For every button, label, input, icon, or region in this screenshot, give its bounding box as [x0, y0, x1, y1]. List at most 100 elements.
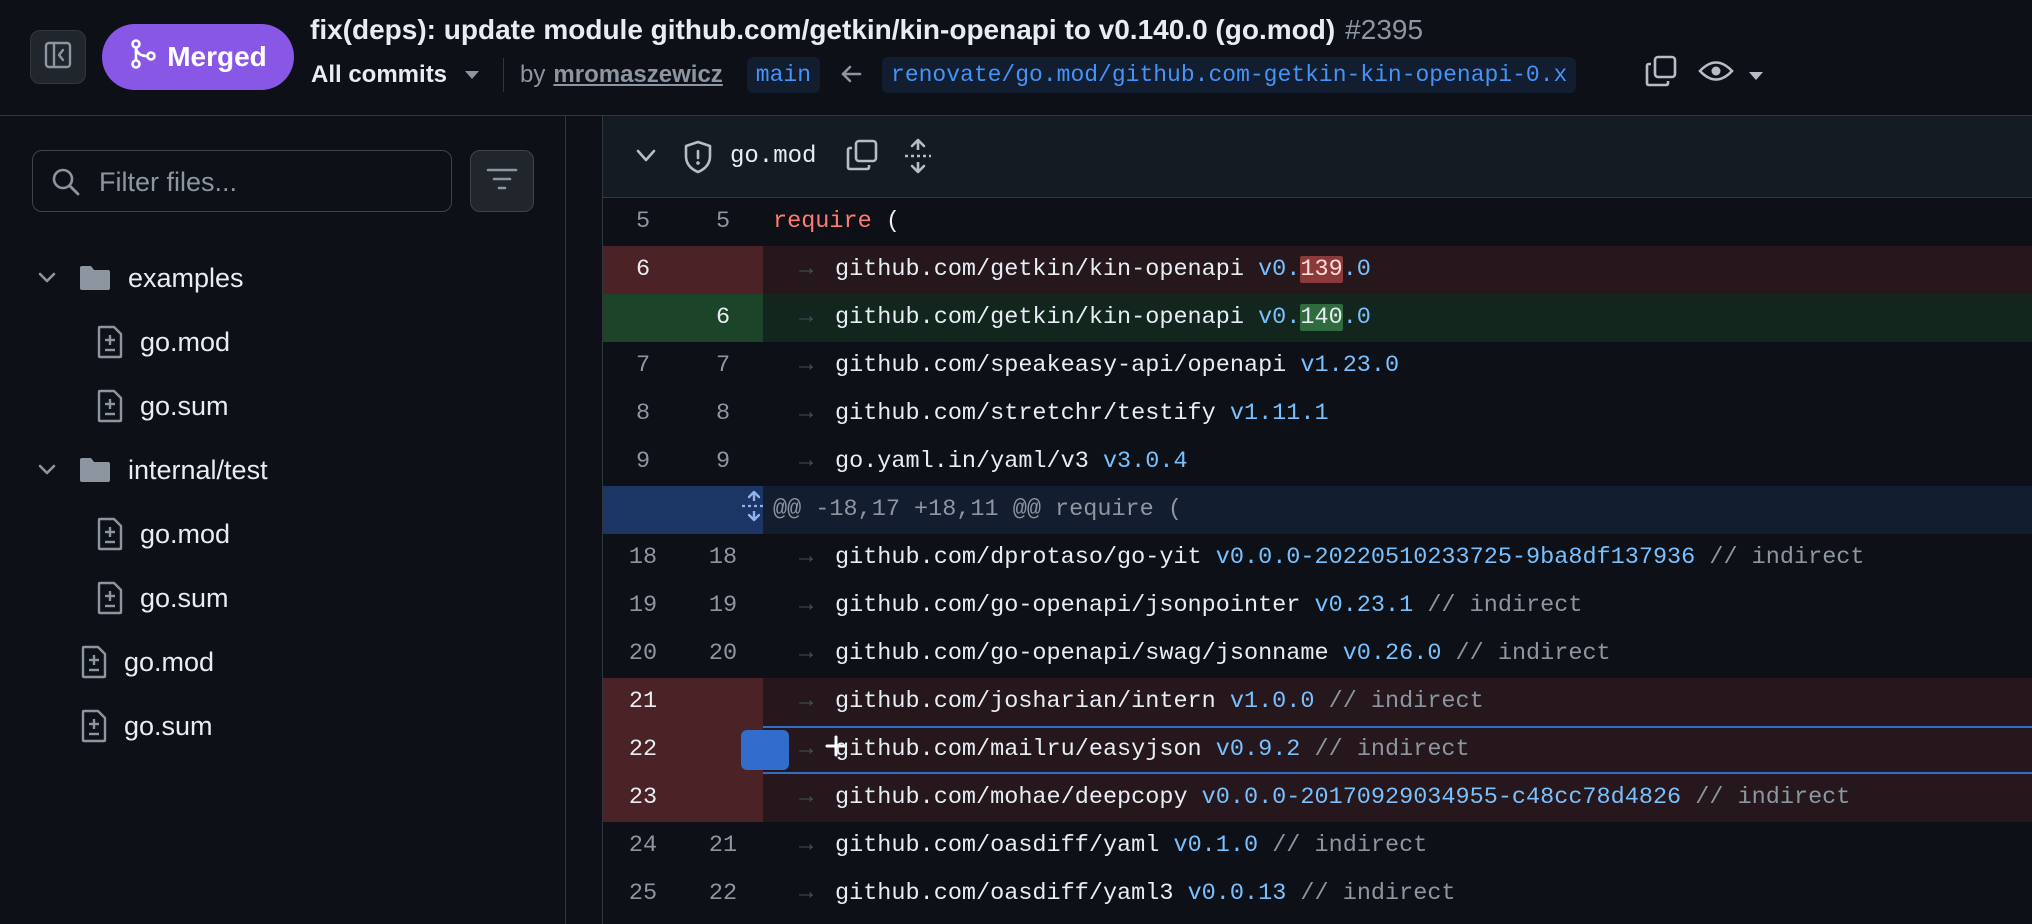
- diff-line-deleted-hovered[interactable]: 22 → github.com/mailru/easyjson v0.9.2 //…: [603, 726, 2032, 774]
- copy-path-icon[interactable]: [845, 138, 879, 177]
- old-line-number[interactable]: 25: [603, 870, 683, 918]
- chevron-down-icon: [38, 272, 56, 284]
- watch-eye-icon[interactable]: [1698, 56, 1734, 91]
- search-icon: [51, 167, 81, 202]
- diff-line[interactable]: 25 22 → github.com/oasdiff/yaml3 v0.0.13 …: [603, 870, 2032, 918]
- version-prefix: v0.: [1258, 256, 1301, 283]
- diff-line[interactable]: 18 18 → github.com/dprotaso/go-yit v0.0.0…: [603, 534, 2032, 582]
- diff-line[interactable]: 9 9 → go.yaml.in/yaml/v3 v3.0.4: [603, 438, 2032, 486]
- new-line-number[interactable]: 18: [683, 534, 763, 582]
- diff-line-added[interactable]: 6 → github.com/getkin/kin-openapi v0.140.…: [603, 294, 2032, 342]
- filter-files-input[interactable]: [97, 151, 441, 213]
- tab-arrow: →: [798, 352, 814, 379]
- new-line-number[interactable]: 8: [683, 390, 763, 438]
- pr-title: fix(deps): update module github.com/getk…: [310, 14, 1423, 46]
- code-comment: // indirect: [1328, 688, 1484, 715]
- tab-arrow: →: [798, 592, 814, 619]
- old-line-number[interactable]: 8: [603, 390, 683, 438]
- chevron-down-icon: [465, 71, 480, 79]
- line-code: → github.com/dprotaso/go-yit v0.0.0-20220…: [763, 534, 2032, 582]
- filter-files-field[interactable]: [32, 150, 452, 213]
- file-filter-options-button[interactable]: [470, 150, 534, 212]
- shield-icon: [683, 140, 713, 179]
- tree-item-label: go.mod: [124, 646, 215, 677]
- module-path: github.com/getkin/kin-openapi: [835, 304, 1244, 331]
- diff-line[interactable]: 20 20 → github.com/go-openapi/swag/jsonna…: [603, 630, 2032, 678]
- new-line-number[interactable]: 7: [683, 342, 763, 390]
- old-line-number[interactable]: 20: [603, 630, 683, 678]
- module-path: github.com/speakeasy-api/openapi: [835, 352, 1287, 379]
- toggle-file-tree-button[interactable]: [30, 30, 86, 84]
- module-version: v1.11.1: [1229, 400, 1329, 427]
- new-line-number[interactable]: [683, 246, 763, 294]
- new-line-number[interactable]: 6: [683, 294, 763, 342]
- old-line-number[interactable]: 7: [603, 342, 683, 390]
- line-code: → go.yaml.in/yaml/v3 v3.0.4: [763, 438, 2032, 486]
- new-line-number[interactable]: [683, 774, 763, 822]
- tree-file-examples-go-mod[interactable]: go.mod: [96, 318, 230, 366]
- old-line-number[interactable]: [603, 294, 683, 342]
- tab-arrow: →: [798, 784, 814, 811]
- collapse-file-chevron-icon[interactable]: [635, 148, 657, 169]
- module-version: v0.23.1: [1314, 592, 1414, 619]
- tree-file-root-go-mod[interactable]: go.mod: [80, 638, 214, 686]
- diff-line[interactable]: 8 8 → github.com/stretchr/testify v1.11.1: [603, 390, 2032, 438]
- tree-folder-internal-test[interactable]: internal/test: [38, 446, 268, 494]
- new-line-number[interactable]: 5: [683, 198, 763, 246]
- pr-title-text: fix(deps): update module github.com/getk…: [310, 14, 1336, 45]
- base-branch[interactable]: main: [746, 57, 821, 93]
- diff-file-name[interactable]: go.mod: [730, 116, 816, 198]
- diff-line[interactable]: 5 5 require (: [603, 198, 2032, 246]
- changed-fragment: 140: [1300, 304, 1343, 331]
- line-code: → github.com/josharian/intern v1.0.0 // i…: [763, 678, 2032, 726]
- diff-line[interactable]: 7 7 → github.com/speakeasy-api/openapi v1…: [603, 342, 2032, 390]
- module-path: github.com/josharian/intern: [835, 688, 1216, 715]
- new-line-number[interactable]: 22: [683, 870, 763, 918]
- diff-line-deleted[interactable]: 23 → github.com/mohae/deepcopy v0.0.0-201…: [603, 774, 2032, 822]
- tree-file-root-go-sum[interactable]: go.sum: [80, 702, 213, 750]
- head-branch[interactable]: renovate/go.mod/github.com-getkin-kin-op…: [882, 57, 1577, 93]
- copy-branch-icon[interactable]: [1644, 54, 1678, 93]
- diff-line[interactable]: 19 19 → github.com/go-openapi/jsonpointer…: [603, 582, 2032, 630]
- old-line-number[interactable]: 21: [603, 678, 683, 726]
- old-line-number[interactable]: 23: [603, 774, 683, 822]
- tree-file-examples-go-sum[interactable]: go.sum: [96, 382, 229, 430]
- diff-line[interactable]: 24 21 → github.com/oasdiff/yaml v0.1.0 //…: [603, 822, 2032, 870]
- line-code: → github.com/oasdiff/yaml v0.1.0 // indir…: [763, 822, 2032, 870]
- file-tree-sidebar: examples go.mod go.sum internal/test go.…: [0, 116, 566, 924]
- line-code: → github.com/go-openapi/swag/jsonname v0.…: [763, 630, 2032, 678]
- tree-file-internal-go-mod[interactable]: go.mod: [96, 510, 230, 558]
- old-line-number[interactable]: 18: [603, 534, 683, 582]
- author-link[interactable]: mromaszewicz: [553, 61, 722, 89]
- tree-folder-examples[interactable]: examples: [38, 254, 244, 302]
- version-suffix: .0: [1342, 304, 1371, 331]
- old-line-number[interactable]: 24: [603, 822, 683, 870]
- pr-subline: All commits by mromaszewicz main renovat…: [311, 56, 1577, 94]
- code-comment: // indirect: [1455, 640, 1611, 667]
- module-path: github.com/go-openapi/swag/jsonname: [835, 640, 1329, 667]
- old-line-number[interactable]: 22: [603, 726, 683, 774]
- new-line-number[interactable]: 19: [683, 582, 763, 630]
- expand-hunk-button[interactable]: [603, 486, 766, 534]
- tree-file-internal-go-sum[interactable]: go.sum: [96, 574, 229, 622]
- old-line-number[interactable]: 19: [603, 582, 683, 630]
- module-version: v0.9.2: [1215, 736, 1301, 763]
- commits-dropdown[interactable]: All commits: [311, 61, 480, 89]
- old-line-number[interactable]: 5: [603, 198, 683, 246]
- tab-arrow: →: [798, 640, 814, 667]
- module-version: v1.0.0: [1229, 688, 1315, 715]
- new-line-number[interactable]: 20: [683, 630, 763, 678]
- hunk-header-text: @@ -18,17 +18,11 @@ require (: [773, 496, 1182, 523]
- expand-all-icon[interactable]: [903, 138, 933, 179]
- tab-arrow: →: [798, 544, 814, 571]
- tree-item-label: go.sum: [140, 582, 229, 613]
- tab-arrow: →: [798, 832, 814, 859]
- diff-line-deleted[interactable]: 6 → github.com/getkin/kin-openapi v0.139.…: [603, 246, 2032, 294]
- new-line-number[interactable]: 21: [683, 822, 763, 870]
- tree-item-label: go.sum: [140, 390, 229, 421]
- old-line-number[interactable]: 6: [603, 246, 683, 294]
- chevron-down-icon[interactable]: [1748, 68, 1764, 86]
- tree-item-label: go.sum: [124, 710, 213, 741]
- module-version: v0.0.0-20220510233725-9ba8df137936: [1215, 544, 1696, 571]
- tree-item-label: go.mod: [140, 518, 231, 549]
